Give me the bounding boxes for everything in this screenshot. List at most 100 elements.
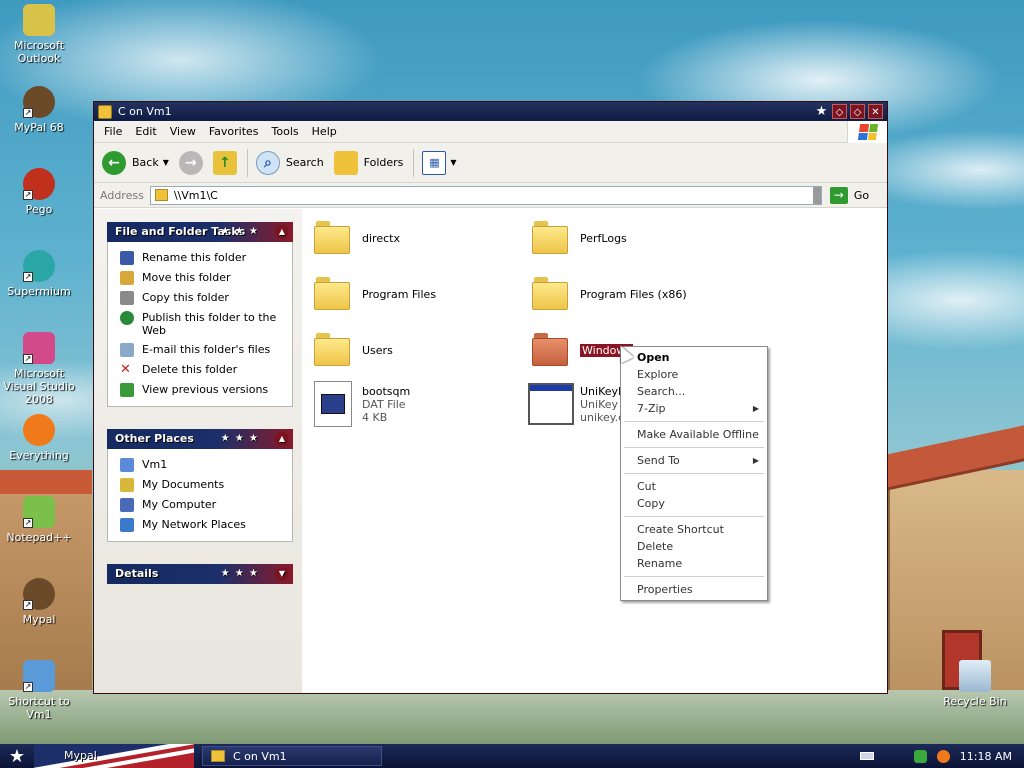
star-icon: ★ (815, 104, 828, 119)
desktop-icon-label: Microsoft Visual Studio 2008 (3, 367, 75, 406)
folder-item-perflogs[interactable]: PerfLogs (532, 221, 627, 255)
task-copy-folder[interactable]: Copy this folder (108, 288, 292, 308)
taskbar-window-button[interactable]: C on Vm1 (202, 746, 382, 766)
collapse-icon[interactable]: ▲ (275, 225, 289, 239)
menu-item-copy[interactable]: Copy (621, 495, 767, 512)
folder-icon (154, 189, 168, 201)
address-input[interactable]: \\Vm1\C (149, 185, 822, 205)
desktop-icon-visual-studio[interactable]: ↗ Microsoft Visual Studio 2008 (0, 332, 78, 406)
desktop-icon-mypal[interactable]: ↗ Mypal (0, 578, 78, 626)
menu-favorites[interactable]: Favorites (209, 125, 259, 138)
folder-item-program-files-x86[interactable]: Program Files (x86) (532, 277, 687, 311)
email-icon (120, 343, 134, 357)
collapse-icon[interactable]: ▲ (275, 432, 289, 446)
quick-launch-mypal[interactable]: Mypal (34, 744, 194, 768)
chevron-down-icon[interactable]: ▼ (450, 158, 456, 167)
title-bar[interactable]: C on Vm1 ★ ◇ ◇ ✕ (94, 102, 887, 121)
task-previous-versions[interactable]: View previous versions (108, 380, 292, 400)
menu-item-search[interactable]: Search... (621, 383, 767, 400)
place-vm1[interactable]: Vm1 (108, 455, 292, 475)
menu-item-open[interactable]: Open (621, 349, 767, 366)
menu-item-7zip[interactable]: 7-Zip ▶ (621, 400, 767, 417)
address-dropdown[interactable] (812, 186, 821, 204)
desktop-icon-mypal-68[interactable]: ↗ MyPal 68 (0, 86, 78, 134)
folders-button[interactable]: Folders (333, 150, 404, 175)
back-label: Back (132, 156, 159, 169)
task-label: Publish this folder to the Web (142, 311, 277, 337)
menu-item-rename[interactable]: Rename (621, 555, 767, 572)
clock[interactable]: 11:18 AM (960, 750, 1012, 763)
desktop-icon-pego[interactable]: ↗ Pego (0, 168, 78, 216)
forward-button[interactable]: → (178, 150, 203, 175)
desktop-icon-outlook[interactable]: Microsoft Outlook (0, 4, 78, 65)
search-icon: ⌕ (255, 150, 280, 175)
desktop-icon-everything[interactable]: Everything (0, 414, 78, 462)
task-move-folder[interactable]: Move this folder (108, 268, 292, 288)
place-my-computer[interactable]: My Computer (108, 495, 292, 515)
desktop-icon-label: Mypal (22, 613, 56, 626)
task-publish-web[interactable]: Publish this folder to the Web (108, 308, 292, 340)
place-label: My Documents (142, 478, 225, 491)
menu-item-delete[interactable]: Delete (621, 538, 767, 555)
expand-icon[interactable]: ▼ (275, 567, 289, 581)
search-button[interactable]: ⌕ Search (255, 150, 324, 175)
menu-item-explore[interactable]: Explore (621, 366, 767, 383)
wallpaper-ground (0, 690, 1024, 744)
desktop-icon-supermium[interactable]: ↗ Supermium (0, 250, 78, 298)
network-tray-icon[interactable] (913, 749, 927, 763)
menu-item-create-shortcut[interactable]: Create Shortcut (621, 521, 767, 538)
place-my-documents[interactable]: My Documents (108, 475, 292, 495)
panel-header[interactable]: File and Folder Tasks ★ ★ ★ ▲ (107, 222, 293, 242)
menu-item-properties[interactable]: Properties (621, 581, 767, 598)
keyboard-icon[interactable] (859, 752, 874, 760)
file-item-unikey[interactable]: UniKeyN UniKey I unikey.c (528, 383, 626, 425)
desktop-icon-shortcut-vm1[interactable]: ↗ Shortcut to Vm1 (0, 660, 78, 721)
task-email-files[interactable]: E-mail this folder's files (108, 340, 292, 360)
start-button[interactable]: ★ (0, 744, 34, 768)
menu-item-send-to[interactable]: Send To ▶ (621, 452, 767, 469)
go-button[interactable]: → Go (829, 186, 869, 204)
menu-item-cut[interactable]: Cut (621, 478, 767, 495)
context-menu: Open Explore Search... 7-Zip ▶ Make Avai… (620, 346, 768, 601)
task-delete-folder[interactable]: ✕ Delete this folder (108, 360, 292, 380)
system-tray: 11:18 AM (859, 749, 1024, 763)
folders-label: Folders (363, 156, 404, 169)
folder-item-program-files[interactable]: Program Files (314, 277, 436, 311)
quick-launch-label: Mypal (64, 749, 97, 762)
menu-item-label: 7-Zip (637, 402, 666, 415)
menu-file[interactable]: File (104, 125, 122, 138)
menu-item-make-available-offline[interactable]: Make Available Offline (621, 426, 767, 443)
panel-header[interactable]: Details ★ ★ ★ ▼ (107, 564, 293, 584)
place-my-network[interactable]: My Network Places (108, 515, 292, 535)
menu-bar: File Edit View Favorites Tools Help (94, 121, 887, 143)
item-size: 4 KB (362, 410, 388, 424)
delete-icon: ✕ (120, 362, 131, 377)
forward-arrow-icon: → (178, 150, 203, 175)
back-button[interactable]: ← Back ▼ (102, 150, 169, 175)
views-button[interactable]: ▦ ▼ (422, 150, 457, 175)
task-rename-folder[interactable]: Rename this folder (108, 248, 292, 268)
menu-separator (624, 576, 764, 577)
folder-icon (211, 750, 225, 762)
desktop-icon-notepadpp[interactable]: ↗ Notepad++ (0, 496, 78, 544)
folder-icon (532, 333, 568, 367)
menu-view[interactable]: View (170, 125, 196, 138)
maximize-button[interactable]: ◇ (850, 104, 865, 119)
folder-item-directx[interactable]: directx (314, 221, 400, 255)
menu-edit[interactable]: Edit (135, 125, 156, 138)
menu-help[interactable]: Help (312, 125, 337, 138)
stars-decoration: ★ ★ ★ (220, 433, 259, 444)
minimize-button[interactable]: ◇ (832, 104, 847, 119)
file-icon (314, 381, 352, 427)
file-item-bootsqm[interactable]: bootsqm DAT File 4 KB (314, 381, 410, 427)
desktop-icon-recycle-bin[interactable]: Recycle Bin (936, 660, 1014, 708)
panel-header[interactable]: Other Places ★ ★ ★ ▲ (107, 429, 293, 449)
address-label: Address (100, 188, 144, 202)
search-tray-icon[interactable] (936, 749, 950, 763)
up-button[interactable]: ↑ (212, 150, 237, 175)
documents-icon (120, 478, 134, 492)
chevron-down-icon[interactable]: ▼ (163, 158, 169, 167)
menu-tools[interactable]: Tools (272, 125, 299, 138)
close-button[interactable]: ✕ (868, 104, 883, 119)
folder-item-users[interactable]: Users (314, 333, 393, 367)
